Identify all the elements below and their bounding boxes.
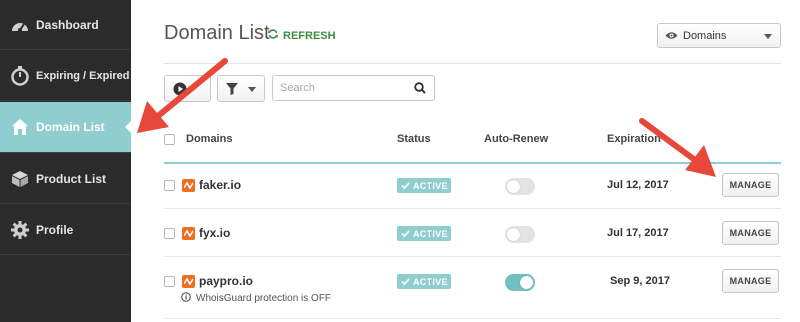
auto-renew-toggle[interactable] xyxy=(505,274,535,291)
auto-renew-toggle[interactable] xyxy=(505,226,535,243)
sidebar-item-domain-list[interactable]: Domain List xyxy=(0,102,132,153)
namecheap-logo-icon xyxy=(182,179,195,192)
box-icon xyxy=(10,169,30,189)
check-icon xyxy=(401,181,410,191)
header-underline xyxy=(164,162,781,164)
domain-name[interactable]: paypro.io xyxy=(199,274,253,288)
sidebar-item-product-list[interactable]: Product List xyxy=(0,154,131,204)
chevron-down-icon xyxy=(764,34,772,39)
status-text: ACTIVE xyxy=(413,180,448,191)
status-badge: ACTIVE xyxy=(397,178,451,193)
actions-button[interactable] xyxy=(164,75,211,102)
sidebar: Dashboard Expiring / Expired Domain List… xyxy=(0,0,132,322)
status-badge: ACTIVE xyxy=(397,274,451,289)
sidebar-item-profile[interactable]: Profile xyxy=(0,205,131,255)
toggle-knob xyxy=(507,180,520,193)
status-badge: ACTIVE xyxy=(397,226,451,241)
sidebar-item-label: Domain List xyxy=(36,120,105,134)
row-divider xyxy=(164,318,781,319)
play-circle-icon xyxy=(173,82,187,96)
check-icon xyxy=(401,229,410,239)
column-header-status[interactable]: Status xyxy=(397,133,431,145)
domain-name[interactable]: faker.io xyxy=(199,178,241,192)
manage-button[interactable]: MANAGE xyxy=(722,221,779,245)
divider xyxy=(164,63,781,64)
expiration-date: Jul 17, 2017 xyxy=(607,227,669,239)
eye-icon xyxy=(665,31,678,40)
select-all-checkbox[interactable] xyxy=(164,134,175,145)
auto-renew-toggle[interactable] xyxy=(505,178,535,195)
toggle-knob xyxy=(520,276,533,289)
domains-dropdown-value: Domains xyxy=(683,29,727,42)
filter-icon xyxy=(226,82,238,95)
sidebar-item-label: Profile xyxy=(36,222,74,237)
sidebar-item-label: Dashboard xyxy=(36,17,99,32)
house-icon xyxy=(10,117,30,137)
domain-name[interactable]: fyx.io xyxy=(199,226,230,240)
domains-dropdown[interactable]: Domains xyxy=(657,23,781,48)
row-checkbox[interactable] xyxy=(164,228,175,239)
toggle-knob xyxy=(507,228,520,241)
manage-button[interactable]: MANAGE xyxy=(722,269,779,293)
refresh-label: REFRESH xyxy=(283,29,336,42)
expiration-date: Jul 12, 2017 xyxy=(607,179,669,191)
row-divider xyxy=(164,256,781,257)
sidebar-item-expiring[interactable]: Expiring / Expired xyxy=(0,51,131,101)
refresh-icon xyxy=(268,29,278,42)
search-input[interactable] xyxy=(272,75,435,101)
refresh-button[interactable]: REFRESH xyxy=(268,29,336,42)
sidebar-item-label: Expiring / Expired xyxy=(36,69,130,82)
namecheap-logo-icon xyxy=(182,275,195,288)
chevron-down-icon xyxy=(248,87,256,92)
column-header-auto-renew[interactable]: Auto-Renew xyxy=(484,133,548,145)
sidebar-item-label: Product List xyxy=(36,171,107,186)
manage-button[interactable]: MANAGE xyxy=(722,173,779,197)
gear-icon xyxy=(10,220,30,240)
namecheap-logo-icon xyxy=(182,227,195,240)
status-text: ACTIVE xyxy=(413,228,448,239)
page-title: Domain List xyxy=(164,22,270,44)
column-header-domains[interactable]: Domains xyxy=(186,133,232,145)
dashboard-gauge-icon xyxy=(10,15,30,35)
main-content: Domain List REFRESH Domains Domains Stat… xyxy=(131,0,800,322)
row-divider xyxy=(164,208,781,209)
sidebar-item-dashboard[interactable]: Dashboard xyxy=(0,0,131,50)
column-header-expiration[interactable]: Expiration xyxy=(607,133,661,145)
stopwatch-icon xyxy=(10,65,30,86)
row-checkbox[interactable] xyxy=(164,180,175,191)
filter-button[interactable] xyxy=(217,75,265,102)
status-text: ACTIVE xyxy=(413,276,448,287)
whoisguard-notice-text: WhoisGuard protection is OFF xyxy=(196,293,332,304)
whoisguard-notice: WhoisGuard protection is OFF xyxy=(181,292,331,305)
expiration-date: Sep 9, 2017 xyxy=(610,275,670,287)
info-icon xyxy=(181,292,191,305)
check-icon xyxy=(401,277,410,287)
search-icon[interactable] xyxy=(414,81,426,99)
row-checkbox[interactable] xyxy=(164,276,175,287)
